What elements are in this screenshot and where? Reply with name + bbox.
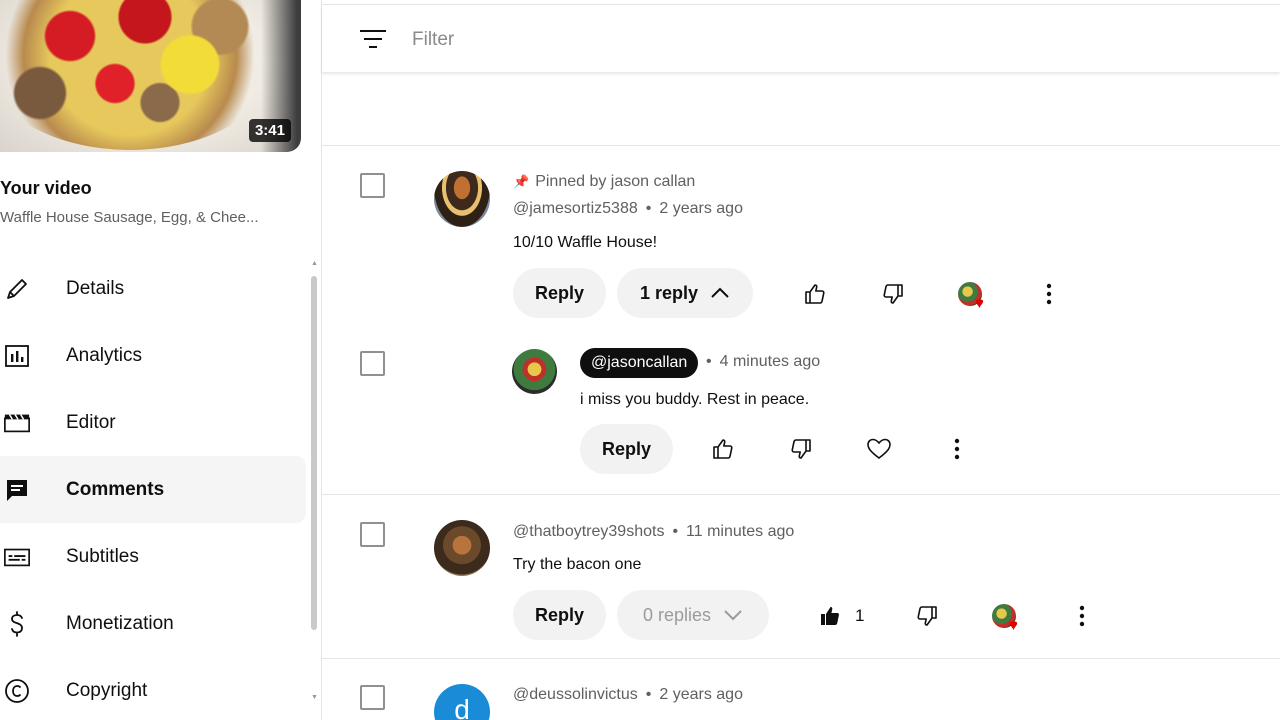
comment-text: 10/10 Waffle House! [513,234,658,251]
chevron-up-icon [711,287,729,298]
comment-time[interactable]: 2 years ago [659,200,743,217]
comment-text: Try the bacon one [513,556,642,573]
sidebar-item-label: Details [66,277,125,299]
replies-toggle-button[interactable]: 1 reply [617,268,753,318]
comment-time[interactable]: 2 years ago [659,686,743,703]
more-vert-icon [1046,283,1052,305]
more-vert-icon [1079,605,1085,627]
divider [322,145,1280,146]
reply-button[interactable]: Reply [513,590,606,640]
comment-meta: @jamesortiz5388 • 2 years ago [513,200,743,217]
comment-author[interactable]: @deussolinvictus [513,686,638,703]
like-button[interactable] [810,596,850,636]
divider [322,658,1280,659]
heart-outline-icon [867,438,891,460]
scroll-up-arrow-icon[interactable]: ▲ [311,260,318,267]
comment-checkbox[interactable] [360,522,385,547]
sidebar-item-analytics[interactable]: Analytics [0,322,306,389]
sidebar-scrollbar[interactable]: ▲ ▼ [310,260,318,702]
avatar[interactable]: d [434,684,490,720]
thumbs-down-icon [883,284,903,304]
pin-icon: 📌 [513,174,530,189]
creator-heart-badge[interactable]: ♥ [992,604,1026,638]
comment-checkbox[interactable] [360,351,385,376]
more-options-button[interactable] [1029,274,1069,314]
video-thumbnail[interactable]: 3:41 [0,0,301,152]
clapperboard-icon [3,409,31,437]
filter-icon[interactable] [360,27,386,51]
video-title: Waffle House Sausage, Egg, & Chee... [0,209,259,226]
copyright-icon [3,677,31,705]
dislike-button[interactable] [873,274,913,314]
reply-button[interactable]: Reply [513,268,606,318]
scrollbar-thumb[interactable] [311,276,317,630]
subtitles-icon [3,543,31,571]
sidebar-item-label: Monetization [66,612,174,634]
thumbs-up-filled-icon [821,607,839,625]
pencil-icon [3,275,31,303]
comment-checkbox[interactable] [360,173,385,198]
comment-meta: • 4 minutes ago [706,353,821,370]
sidebar-item-copyright[interactable]: Copyright [0,657,306,720]
more-vert-icon [954,438,960,460]
dislike-button[interactable] [781,429,821,469]
more-options-button[interactable] [1062,596,1102,636]
like-count: 1 [855,606,865,625]
comment-meta: @deussolinvictus • 2 years ago [513,686,743,703]
filter-input[interactable]: Filter [412,29,454,51]
sidebar: 3:41 Your video Waffle House Sausage, Eg… [0,0,322,720]
sidebar-item-label: Analytics [66,344,143,366]
sidebar-item-label: Copyright [66,679,148,701]
sidebar-item-label: Subtitles [66,545,139,567]
thumbs-down-icon [917,606,937,626]
more-options-button[interactable] [937,429,977,469]
sidebar-item-subtitles[interactable]: Subtitles [0,523,306,590]
sidebar-item-comments[interactable]: Comments [0,456,306,523]
comment-author[interactable]: @jamesortiz5388 [513,200,638,217]
avatar[interactable] [434,520,490,576]
dislike-button[interactable] [907,596,947,636]
sidebar-item-editor[interactable]: Editor [0,389,306,456]
scroll-down-arrow-icon[interactable]: ▼ [311,694,318,701]
comment-time[interactable]: 11 minutes ago [686,523,794,540]
filter-bar[interactable]: Filter [322,4,1280,72]
avatar[interactable] [434,171,490,227]
sidebar-item-label: Comments [66,478,165,500]
thumbs-down-icon [791,439,811,459]
sidebar-item-details[interactable]: Details [0,255,306,322]
heart-icon: ♥ [1009,617,1018,634]
divider [322,494,1280,495]
replies-toggle-button: 0 replies [617,590,769,640]
creator-heart-badge[interactable]: ♥ [958,282,992,316]
video-duration-badge: 3:41 [248,119,291,142]
heart-icon: ♥ [975,295,984,312]
comments-panel: Filter 📌 Pinned by jason callan @jamesort… [322,0,1280,720]
reply-button[interactable]: Reply [580,424,673,474]
chevron-down-icon [724,610,742,621]
like-button[interactable] [795,274,835,314]
comment-author[interactable]: @thatboytrey39shots [513,523,664,540]
thumbnail-image [0,0,280,150]
thumbs-up-icon [805,284,825,304]
creator-author-chip[interactable]: @jasoncallan [580,348,699,378]
comment-meta: @thatboytrey39shots • 11 minutes ago [513,523,795,540]
comment-time[interactable]: 4 minutes ago [720,353,821,370]
dollar-icon [3,610,31,638]
avatar[interactable] [512,349,557,394]
pinned-label: 📌 Pinned by jason callan [513,173,696,190]
sidebar-item-label: Editor [66,411,116,433]
comment-icon [3,476,31,504]
heart-button[interactable] [859,429,899,469]
thumbs-up-icon [713,439,733,459]
comment-text: i miss you buddy. Rest in peace. [580,391,810,408]
your-video-label: Your video [0,178,92,198]
like-button[interactable] [703,429,743,469]
comment-checkbox[interactable] [360,685,385,710]
analytics-icon [3,342,31,370]
sidebar-nav: Details Analytics Editor Comments Subtit… [0,255,306,720]
app-window: 3:41 Your video Waffle House Sausage, Eg… [0,0,1280,720]
sidebar-item-monetization[interactable]: Monetization [0,590,306,657]
